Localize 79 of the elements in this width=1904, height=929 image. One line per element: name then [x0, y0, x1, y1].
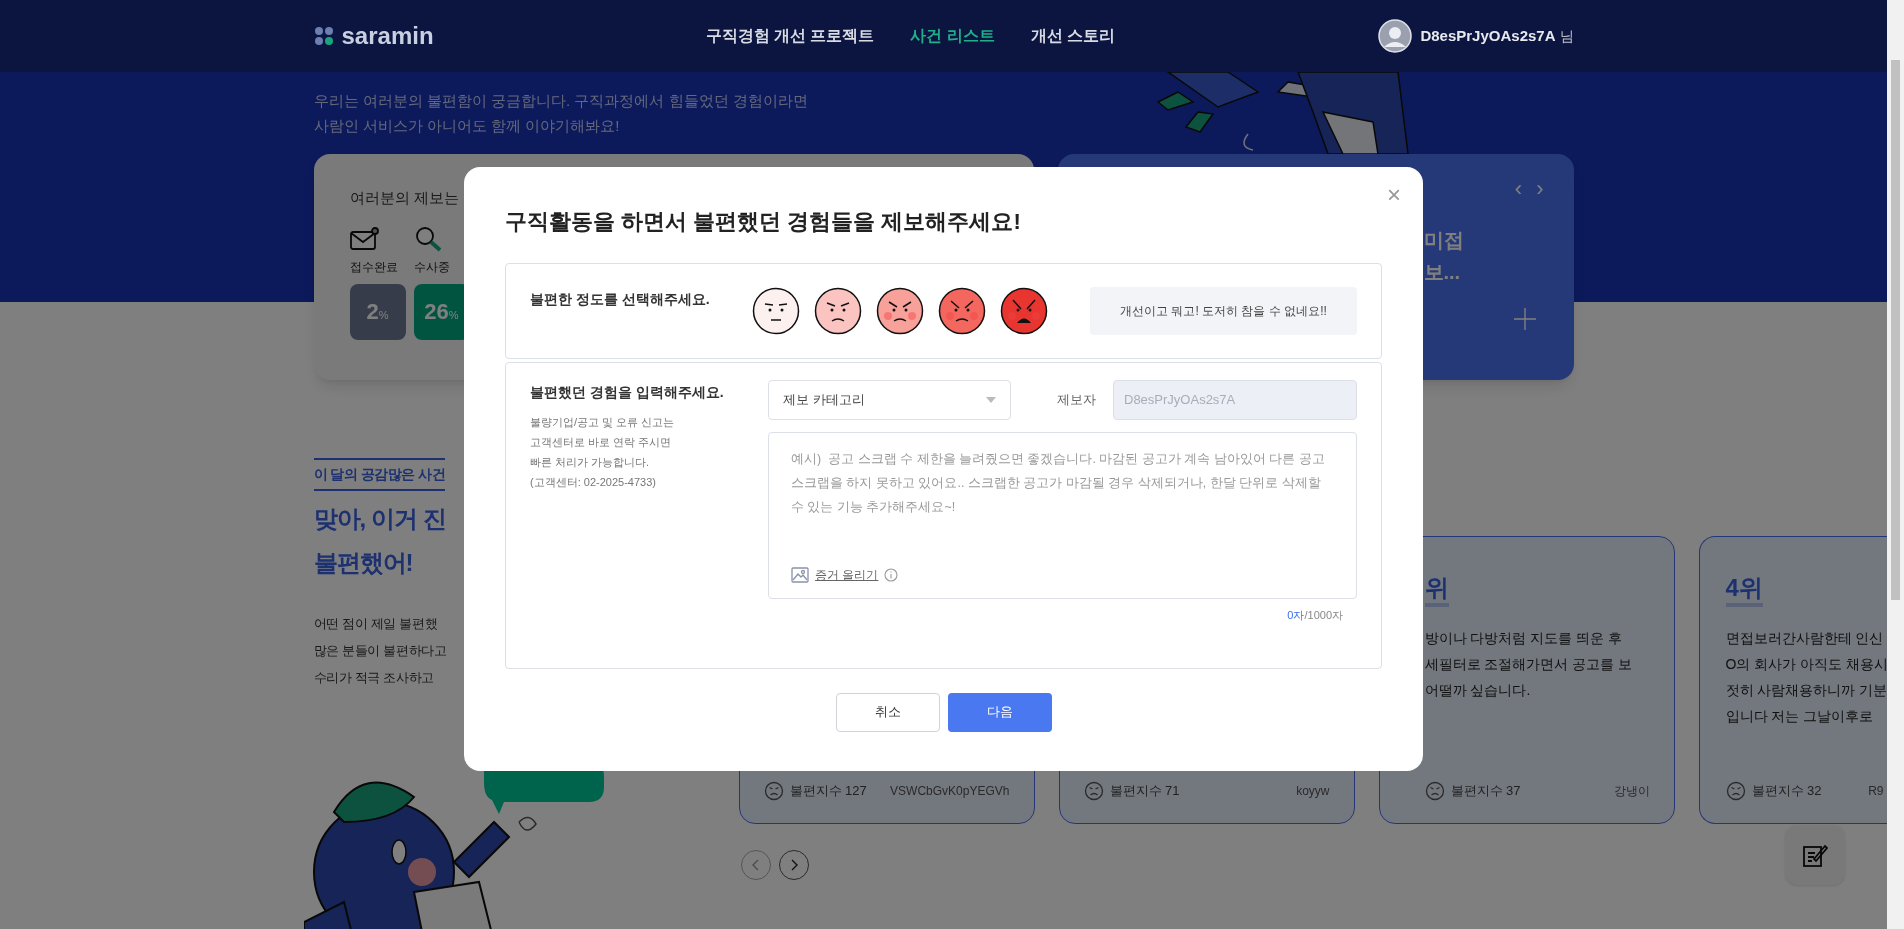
case-text: 면접보러간사람한테 인신 [1725, 629, 1884, 648]
section-text: 수리가 적극 조사하고 [313, 670, 435, 687]
next-button[interactable]: 다음 [947, 692, 1052, 732]
case-text: 젓히 사람채용하니까 기분 [1725, 681, 1884, 700]
chevron-right-icon [789, 859, 798, 871]
help-text: 빠른 처리가 가능합니다. [530, 454, 651, 470]
discomfort-score: 불편지수 32 [1751, 782, 1822, 801]
message-box[interactable]: 예시) 공고 스크랩 수 제한을 늘려줬으면 좋겠습니다. 마감된 공고가 계속 남아있어 다른 공고 스크랩을 하지 못하고 있어요.. 스크랩한 공고가 마감될 경우 삭제되거나, 한달 단위로 삭제할 수 있는 기능 추가해주세요~! 증거 올리기 [768, 431, 1357, 599]
section-text: 어떤 점이 제일 불편했 [313, 616, 438, 633]
stat-unit: % [448, 309, 459, 323]
intro-text: 사람인 서비스가 아니어도 함께 이야기해봐요! [313, 116, 621, 136]
severity-message: 개선이고 뭐고! 도저히 참을 수 없네요!! [1120, 302, 1327, 320]
chevron-left-icon [751, 859, 760, 871]
case-author: 강냉이 [1613, 783, 1650, 800]
caret-icon [986, 396, 996, 403]
scrollbar[interactable] [1887, 0, 1904, 929]
face-icon[interactable] [814, 286, 862, 335]
stat-value: 2 [366, 300, 379, 324]
scrollbar-thumb[interactable] [1891, 60, 1900, 600]
user-suffix: 님 [1559, 26, 1574, 46]
discomfort-score: 불편지수 71 [1109, 782, 1180, 801]
logo-text[interactable]: saramin [341, 18, 434, 54]
help-text: (고객센터: 02-2025-4733) [530, 474, 657, 490]
angry-face-icon [1083, 781, 1104, 801]
section-text: 많은 분들이 불편하다고 [313, 643, 447, 660]
char-count: 0자 [1287, 607, 1305, 623]
case-author: koyyw [1296, 783, 1330, 800]
section-heading: 불편했어! [313, 548, 413, 578]
avatar-icon[interactable] [1378, 19, 1413, 53]
logo-icon [313, 26, 334, 46]
card-title: 여러분의 제보는 [349, 188, 460, 208]
discomfort-score: 불편지수 37 [1450, 782, 1521, 801]
reporter-label: 제보자 [1057, 390, 1096, 409]
help-text: 불량기업/공고 및 오류 신고는 [530, 414, 676, 430]
face-icon[interactable] [876, 286, 924, 335]
case-card[interactable]: 4위 면접보러간사람한테 인신 O의 회사가 아직도 채용시 젓히 사람채용하니까 기분 입니다 저는 그날이후로 불편지수 32 R9 [1698, 536, 1888, 824]
stat-unit: % [378, 309, 389, 323]
info-icon[interactable] [884, 567, 899, 582]
magnifier-icon [413, 226, 444, 252]
case-text: 세필터로 조절해가면서 공고를 보 [1424, 655, 1634, 674]
stat-label: 접수완료 [349, 259, 398, 276]
edit-icon [1802, 842, 1828, 868]
case-text: O의 회사가 아직도 채용시 [1725, 655, 1884, 674]
angry-face-icon [1424, 781, 1445, 801]
severity-label: 불편한 정도를 선택해주세요. [530, 289, 711, 309]
image-icon [791, 566, 809, 583]
nav-link[interactable]: 구직경험 개선 프로젝트 [705, 24, 875, 48]
face-icon[interactable] [938, 286, 986, 335]
discomfort-score: 불편지수 127 [789, 782, 867, 801]
experience-label: 불편했던 경험을 입력해주세요. [530, 382, 725, 402]
rank-label: 4위 [1725, 573, 1763, 607]
case-author: VSWCbGvK0pYEGVh [890, 783, 1010, 800]
intro-text: 우리는 여러분의 불편함이 궁금합니다. 구직과정에서 힘들었던 경험이라면 [313, 91, 808, 111]
help-text: 고객센터로 바로 연락 주시면 [530, 434, 673, 450]
evidence-upload-link[interactable]: 증거 올리기 [815, 565, 879, 584]
case-text: 방이나 다방처럼 지도를 띄운 후 [1424, 629, 1624, 648]
case-text: 입니다 저는 그날이후로 [1725, 707, 1875, 726]
user-name[interactable]: D8esPrJyOAs2s7A [1420, 24, 1556, 48]
face-icon[interactable] [752, 286, 800, 335]
write-button[interactable] [1785, 825, 1845, 885]
angry-face-icon [1725, 781, 1746, 801]
case-text: 어떨까 싶습니다. [1424, 681, 1532, 700]
section-heading: 맞아, 이거 진 [313, 504, 446, 534]
cancel-button[interactable]: 취소 [835, 692, 940, 732]
stat-value: 26 [424, 300, 449, 324]
story-title: 보... [1423, 260, 1462, 285]
char-limit: /1000자 [1304, 607, 1343, 623]
nav-link[interactable]: 사건 리스트 [910, 24, 995, 48]
category-dropdown[interactable]: 제보 카테고리 [768, 379, 1011, 420]
nav-link[interactable]: 개선 스토리 [1030, 24, 1116, 48]
section-tag: 이 달의 공감많은 사건 [313, 458, 446, 491]
face-icon[interactable] [1000, 286, 1048, 335]
stat-label: 수사중 [413, 259, 450, 276]
message-field[interactable]: 예시) 공고 스크랩 수 제한을 늘려줬으면 좋겠습니다. 마감된 공고가 계속 남아있어 다른 공고 스크랩을 하지 못하고 있어요.. 스크랩한 공고가 마감될 경우 삭제되거나, 한달 단위로 삭제할 수 있는 기능 추가해주세요~! [791, 446, 1334, 537]
dialog-title: 구직활동을 하면서 불편했던 경험들을 제보해주세요! [505, 207, 1022, 236]
angry-face-icon [763, 781, 784, 801]
story-title: 미접 [1423, 228, 1465, 253]
case-author: R9 [1868, 783, 1884, 800]
envelope-icon [349, 226, 380, 252]
